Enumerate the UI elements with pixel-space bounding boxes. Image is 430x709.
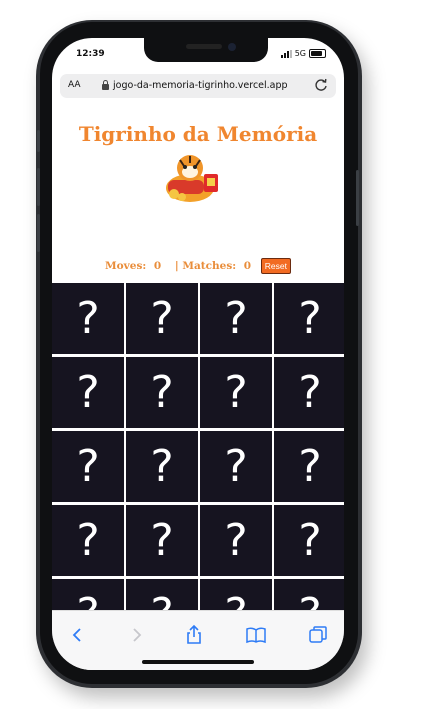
- memory-card[interactable]: ?: [274, 431, 344, 502]
- volume-down-button: [37, 214, 40, 252]
- memory-card[interactable]: ?: [126, 283, 198, 354]
- moves-value: 0: [153, 260, 162, 272]
- battery-icon: [309, 49, 326, 58]
- url-text: jogo-da-memoria-tigrinho.vercel.app: [113, 80, 288, 91]
- memory-card[interactable]: ?: [200, 283, 272, 354]
- address-bar[interactable]: AA jogo-da-memoria-tigrinho.vercel.app: [60, 74, 336, 98]
- memory-card[interactable]: ?: [126, 431, 198, 502]
- status-indicators: 5G: [280, 49, 326, 58]
- volume-up-button: [37, 168, 40, 206]
- memory-card[interactable]: ?: [52, 283, 124, 354]
- signal-icon: [280, 49, 292, 58]
- memory-card[interactable]: ?: [200, 431, 272, 502]
- card-grid: ? ? ? ? ? ? ? ? ? ? ? ? ? ? ? ? ? ? ? ?: [52, 283, 344, 650]
- status-time: 12:39: [76, 49, 105, 59]
- game-page: Tigrinho da Memória Moves: 0 | Matches: …: [52, 102, 344, 650]
- side-button: [356, 170, 359, 226]
- memory-card[interactable]: ?: [274, 283, 344, 354]
- memory-card[interactable]: ?: [200, 505, 272, 576]
- notch: [144, 38, 268, 62]
- tabs-icon[interactable]: [306, 623, 330, 647]
- matches-label: Matches:: [182, 260, 237, 272]
- moves-label: Moves:: [105, 260, 147, 272]
- share-icon[interactable]: [182, 623, 206, 647]
- reset-button[interactable]: Reset: [260, 258, 291, 274]
- memory-card[interactable]: ?: [274, 505, 344, 576]
- memory-card[interactable]: ?: [200, 357, 272, 428]
- network-label: 5G: [294, 49, 306, 58]
- memory-card[interactable]: ?: [126, 505, 198, 576]
- reload-icon[interactable]: [312, 76, 330, 94]
- page-title: Tigrinho da Memória: [78, 122, 318, 146]
- lock-icon: [102, 80, 109, 90]
- back-icon[interactable]: [66, 623, 90, 647]
- tiger-mascot-image: [166, 155, 218, 202]
- memory-card[interactable]: ?: [52, 505, 124, 576]
- home-indicator[interactable]: [142, 660, 254, 664]
- text-size-button[interactable]: AA: [68, 80, 81, 90]
- game-stats: Moves: 0 | Matches: 0 Reset: [52, 258, 344, 274]
- forward-icon[interactable]: [124, 623, 148, 647]
- memory-card[interactable]: ?: [274, 357, 344, 428]
- matches-value: 0: [243, 260, 252, 272]
- mute-switch: [37, 130, 40, 152]
- memory-card[interactable]: ?: [126, 357, 198, 428]
- stats-separator: |: [174, 260, 179, 272]
- phone-screen: 12:39 5G AA jogo-da-memoria-tigrinho.ver…: [52, 38, 344, 670]
- memory-card[interactable]: ?: [52, 357, 124, 428]
- memory-card[interactable]: ?: [52, 431, 124, 502]
- url-field[interactable]: jogo-da-memoria-tigrinho.vercel.app: [102, 80, 288, 91]
- front-camera: [228, 43, 236, 51]
- bookmarks-icon[interactable]: [244, 623, 268, 647]
